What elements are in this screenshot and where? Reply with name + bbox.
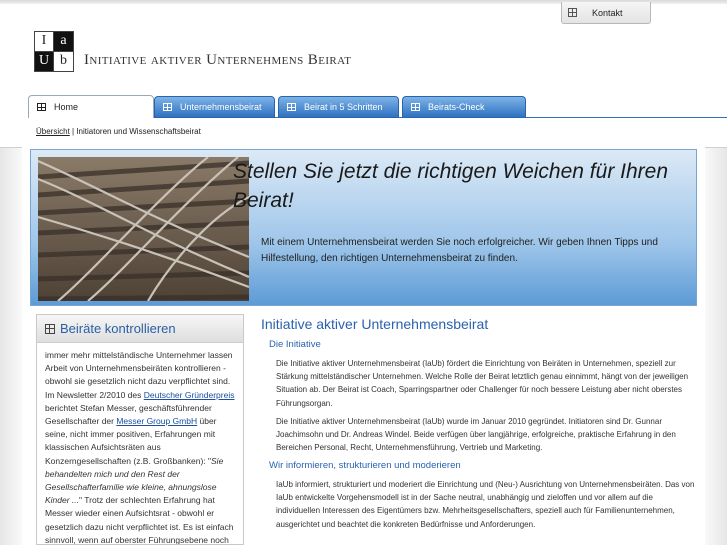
logo-letter-i: I — [35, 32, 54, 52]
brand-name: Initiative aktiver Unternehmens Beirat — [84, 52, 352, 68]
right-gutter — [705, 147, 727, 545]
window-grid-icon — [45, 323, 55, 334]
breadcrumb-current: Initiatoren und Wissenschaftsbeirat — [76, 127, 201, 136]
logo[interactable]: I a U b — [34, 31, 74, 72]
link-deutscher-gruenderpreis[interactable]: Deutscher Gründerpreis — [144, 390, 235, 400]
contact-label: Kontakt — [592, 7, 623, 18]
breadcrumb-link-uebersicht[interactable]: Übersicht — [36, 127, 70, 136]
tab-label: Unternehmensbeirat — [180, 102, 262, 112]
sidebar-box-title: Beiräte kontrollieren — [60, 321, 176, 336]
section-paragraph: IaUb informiert, strukturiert und moderi… — [276, 480, 695, 529]
hero-text: Mit einem Unternehmensbeirat werden Sie … — [261, 237, 658, 264]
window-grid-icon — [568, 8, 577, 17]
left-gutter — [0, 147, 22, 545]
tab-beirat-in-5-schritten[interactable]: Beirat in 5 Schritten — [278, 96, 399, 118]
section-paragraph: Die Initiative aktiver Unternehmensbeira… — [276, 417, 676, 453]
contact-tab[interactable]: Kontakt — [561, 2, 651, 24]
window-grid-icon — [37, 103, 46, 111]
sidebar-box: Beiräte kontrollieren immer mehr mittels… — [36, 314, 244, 545]
section-paragraph: Die Initiative aktiver Unternehmensbeira… — [276, 359, 689, 408]
tab-label: Beirats-Check — [428, 102, 485, 112]
section-heading: Die Initiative — [269, 339, 321, 350]
link-messer-group[interactable]: Messer Group GmbH — [116, 416, 197, 426]
main-title: Initiative aktiver Unternehmensbeirat — [261, 316, 489, 332]
window-grid-icon — [163, 103, 172, 111]
tab-unternehmensbeirat[interactable]: Unternehmensbeirat — [154, 96, 275, 118]
logo-letter-a: a — [54, 32, 73, 52]
tab-home[interactable]: Home — [28, 95, 154, 118]
tab-label: Beirat in 5 Schritten — [304, 102, 383, 112]
sidebar-box-text: immer mehr mittelständische Unternehmer … — [37, 343, 243, 544]
section-heading: Wir informieren, strukturieren und moder… — [269, 460, 461, 471]
tab-beirats-check[interactable]: Beirats-Check — [402, 96, 526, 118]
breadcrumb: Übersicht | Initiatoren und Wissenschaft… — [36, 127, 201, 136]
sidebar-box-header: Beiräte kontrollieren — [37, 315, 243, 343]
tab-label: Home — [54, 102, 79, 112]
window-grid-icon — [411, 103, 420, 111]
hero-title: Stellen Sie jetzt die richtigen Weichen … — [233, 160, 669, 212]
window-grid-icon — [287, 103, 296, 111]
railway-switch-photo — [38, 157, 249, 301]
logo-letter-b: b — [54, 51, 73, 71]
logo-letter-u: U — [35, 51, 54, 71]
